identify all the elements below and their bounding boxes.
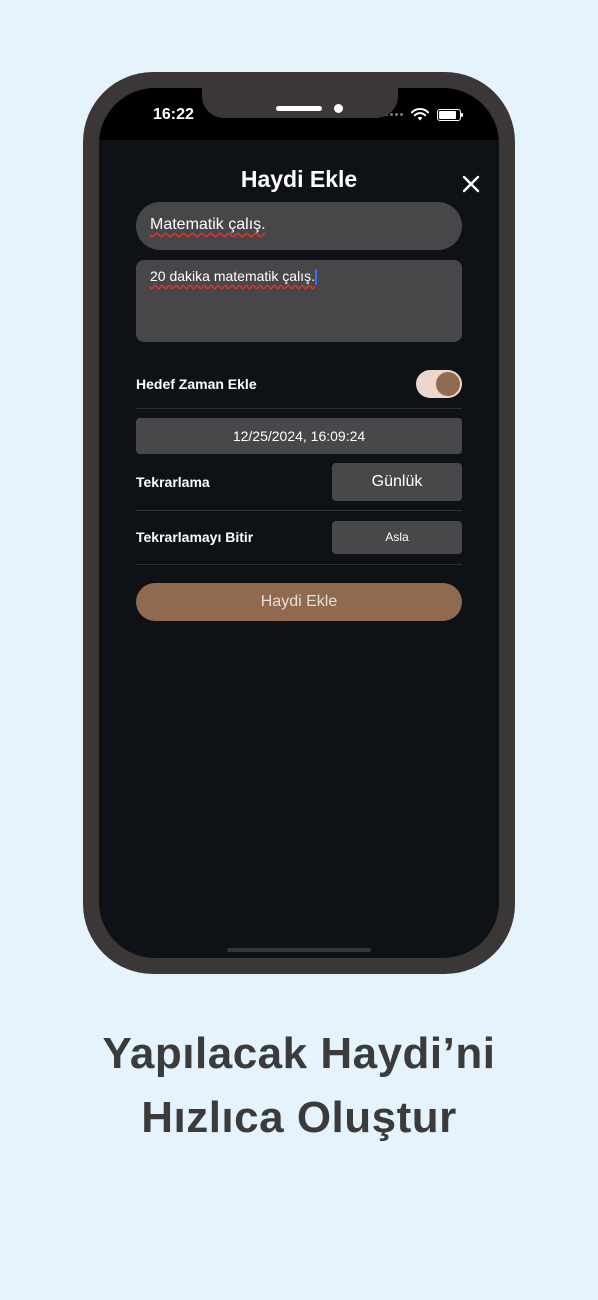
status-time: 16:22	[153, 106, 194, 123]
divider	[136, 510, 462, 511]
close-icon[interactable]	[459, 172, 483, 196]
modal-title: Haydi Ekle	[240, 166, 358, 192]
submit-button[interactable]: Haydi Ekle	[136, 583, 462, 621]
divider	[136, 564, 462, 565]
task-description-value: 20 dakika matematik çalış.	[150, 268, 315, 284]
divider	[136, 408, 462, 409]
promo-caption: Yapılacak Haydi’ni Hızlıca Oluştur	[0, 1022, 598, 1150]
phone-frame: 16:22 Haydi Ekle Matematik çalış. 20 dak…	[83, 72, 515, 974]
datetime-picker[interactable]: 12/25/2024, 16:09:24	[136, 418, 462, 454]
status-icons	[385, 108, 463, 121]
home-indicator	[227, 948, 371, 952]
target-time-toggle[interactable]	[416, 370, 462, 398]
task-description-input[interactable]: 20 dakika matematik çalış.	[136, 260, 462, 342]
camera	[334, 104, 343, 113]
app-screen: 16:22 Haydi Ekle Matematik çalış. 20 dak…	[99, 88, 499, 958]
wifi-icon	[411, 108, 429, 121]
toggle-knob	[436, 372, 460, 396]
text-caret	[314, 269, 317, 286]
caption-line-2: Hızlıca Oluştur	[141, 1093, 457, 1142]
end-repeat-select[interactable]: Asla	[332, 521, 462, 554]
caption-line-1: Yapılacak Haydi’ni	[102, 1029, 496, 1078]
task-title-input[interactable]: Matematik çalış.	[136, 202, 462, 250]
repeat-select[interactable]: Günlük	[332, 463, 462, 501]
battery-icon	[437, 108, 463, 121]
speaker	[276, 106, 322, 111]
repeat-label: Tekrarlama	[136, 474, 210, 490]
task-title-value: Matematik çalış.	[150, 216, 266, 233]
target-time-label: Hedef Zaman Ekle	[136, 376, 257, 392]
notch	[202, 88, 398, 118]
end-repeat-label: Tekrarlamayı Bitir	[136, 529, 254, 545]
